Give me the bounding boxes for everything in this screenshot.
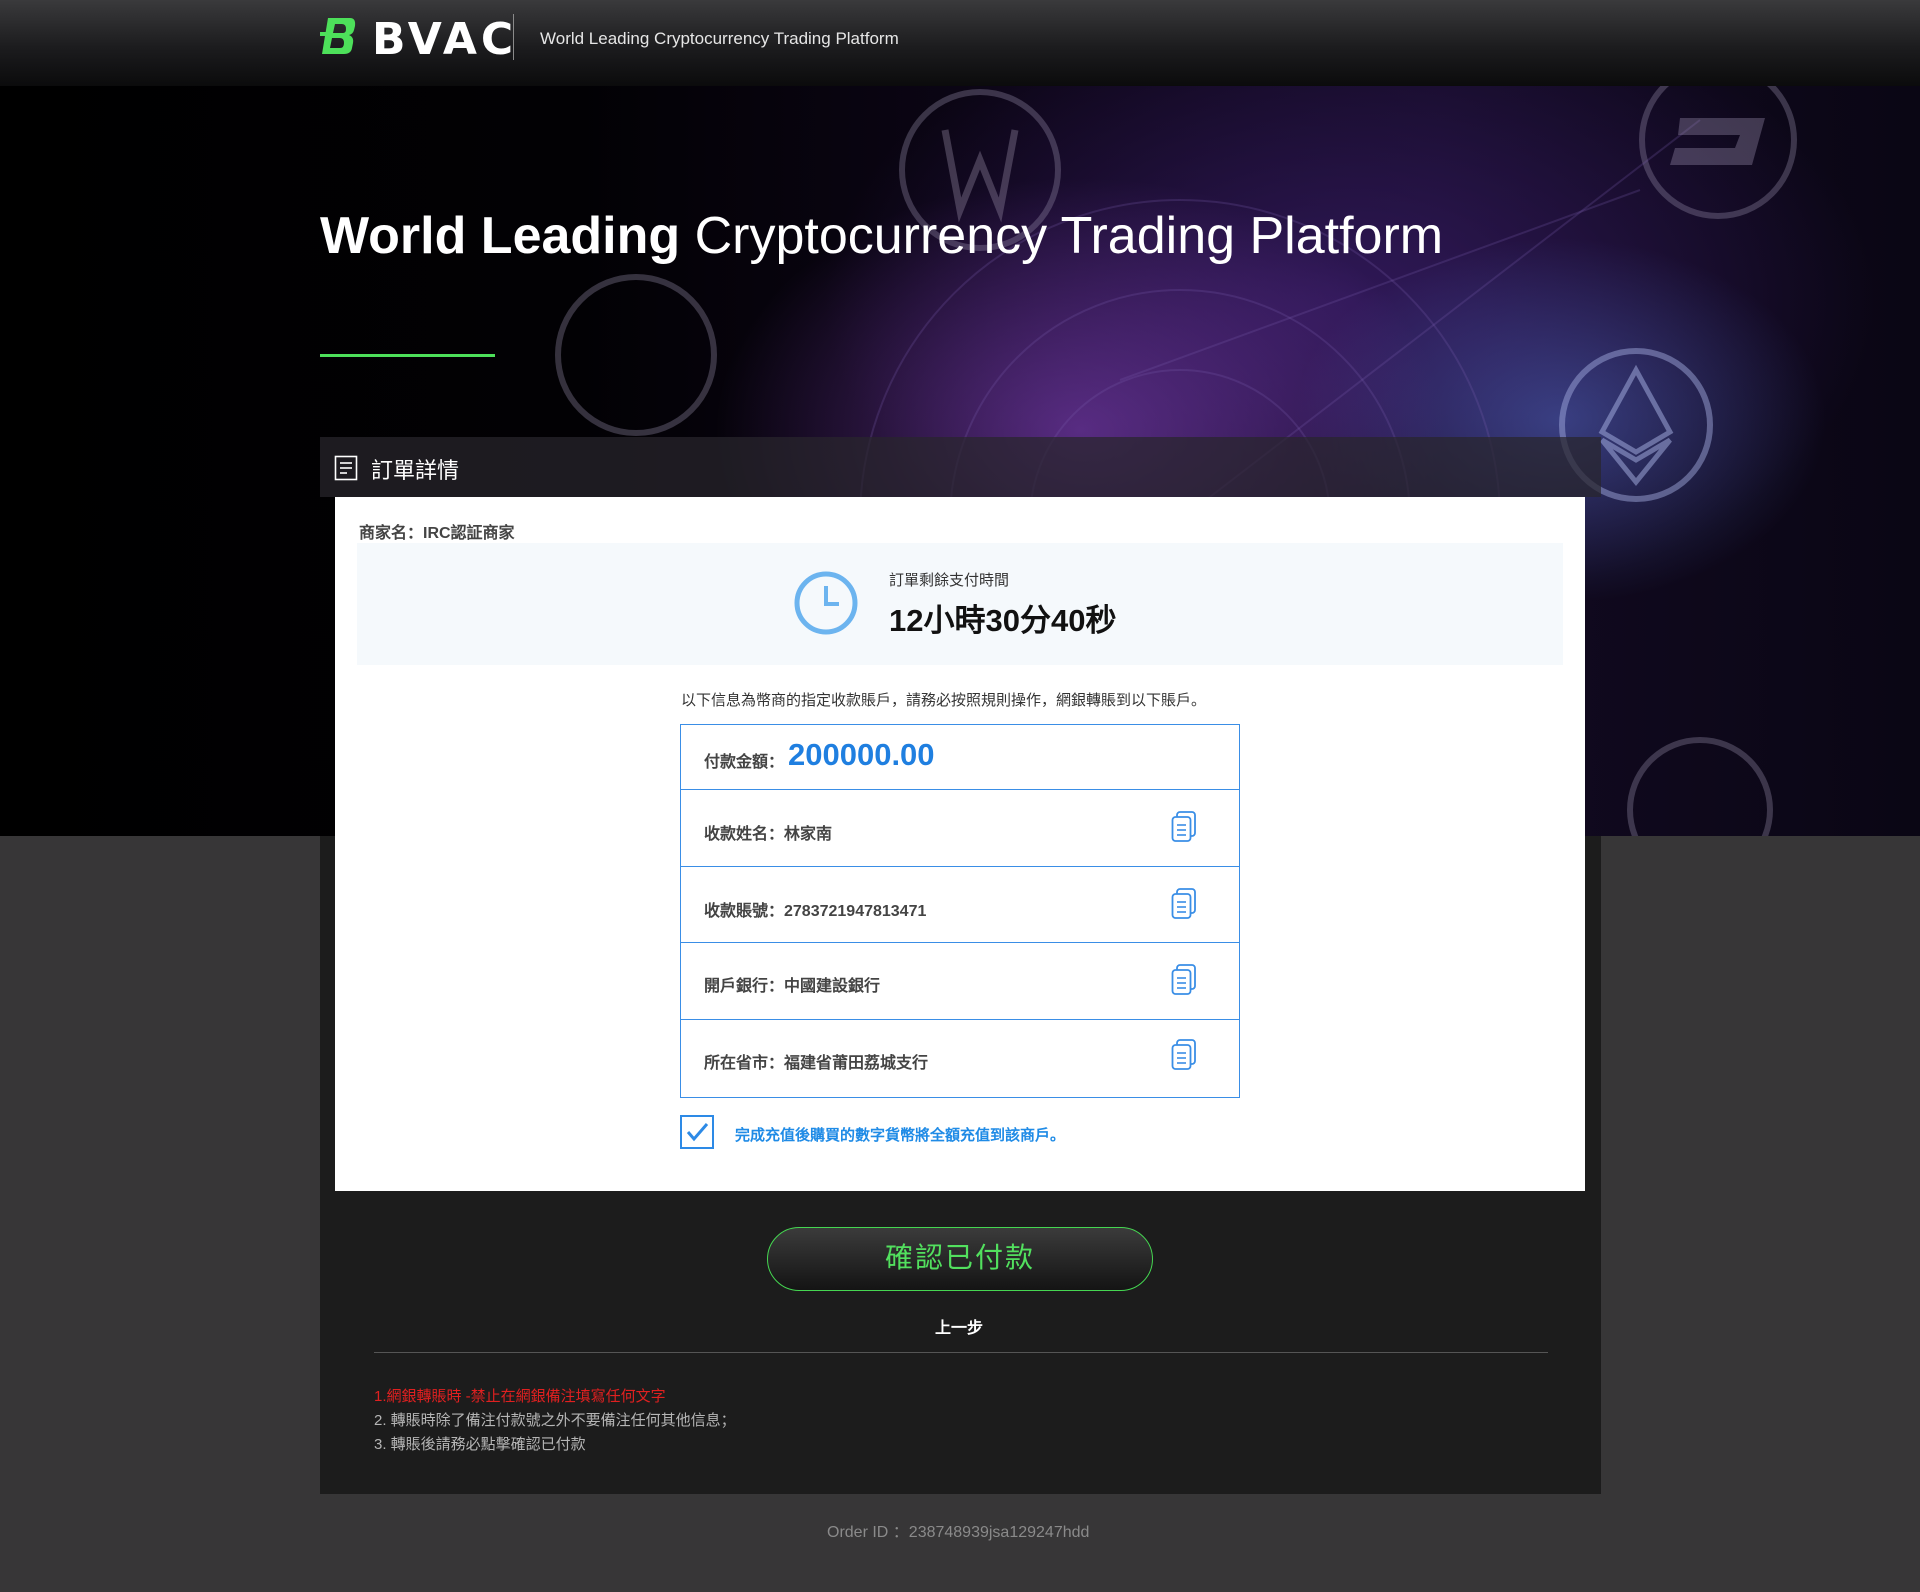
back-link[interactable]: 上一步 bbox=[935, 1314, 983, 1338]
payee-name: 收款姓名：林家南 bbox=[704, 826, 833, 843]
account-number: 收款賬號：2783721947813471 bbox=[704, 903, 927, 920]
order-id: Order ID ：238748939jsa129247hdd bbox=[827, 1524, 1090, 1541]
account-number-row: 收款賬號：2783721947813471 bbox=[681, 867, 1239, 943]
payment-tips: 1.網銀轉賬時 -禁止在網銀備注填寫任何文字 2. 轉賬時除了備注付款號之外不要… bbox=[374, 1385, 736, 1457]
hero-title: World Leading Cryptocurrency Trading Pla… bbox=[320, 206, 1443, 266]
checkmark-icon bbox=[686, 1123, 709, 1142]
tip-item: 3. 轉賬後請務必點擊確認已付款 bbox=[374, 1436, 586, 1453]
tips-divider bbox=[374, 1352, 1548, 1353]
checkbox-label: 完成充值後購買的數字貨幣將全額充值到該商戶。 bbox=[735, 1127, 1066, 1144]
copy-icon[interactable] bbox=[1171, 964, 1197, 996]
header-divider bbox=[513, 14, 514, 60]
order-card: 商家名：IRC認証商家 訂單剩餘支付時間 12小時30分40秒 以下信息為幣商的… bbox=[335, 497, 1585, 1191]
bank-name: 開戶銀行：中國建設銀行 bbox=[704, 978, 881, 995]
payment-timer: 訂單剩餘支付時間 12小時30分40秒 bbox=[357, 543, 1563, 665]
payment-info-table: 付款金額： 200000.00 收款姓名：林家南 收款賬號：2783721947… bbox=[680, 724, 1240, 1098]
account-notice: 以下信息為幣商的指定收款賬戶，請務必按照規則操作，網銀轉賬到以下賬戶。 bbox=[681, 692, 1207, 709]
order-details-title: 訂單詳情 bbox=[371, 458, 460, 483]
ripple-coin-icon bbox=[1627, 737, 1773, 836]
confirm-checkbox[interactable] bbox=[680, 1115, 714, 1149]
header-tagline: World Leading Cryptocurrency Trading Pla… bbox=[540, 29, 899, 48]
tip-item: 1.網銀轉賬時 -禁止在網銀備注填寫任何文字 bbox=[374, 1388, 666, 1405]
location-row: 所在省市：福建省莆田荔城支行 bbox=[681, 1020, 1239, 1097]
confirm-payment-button[interactable]: 確認已付款 bbox=[767, 1227, 1153, 1291]
copy-icon[interactable] bbox=[1171, 811, 1197, 843]
dash-coin-icon bbox=[1639, 61, 1797, 219]
bvac-logo-icon bbox=[320, 18, 356, 54]
hero-title-bold: World Leading bbox=[320, 207, 681, 265]
merchant-name: 商家名：IRC認証商家 bbox=[359, 525, 515, 542]
logo-text[interactable]: BVAC bbox=[372, 14, 517, 65]
hero-title-light: Cryptocurrency Trading Platform bbox=[694, 207, 1444, 265]
document-icon bbox=[334, 455, 358, 481]
timer-label: 訂單剩餘支付時間 bbox=[889, 572, 1010, 589]
copy-icon[interactable] bbox=[1171, 1039, 1197, 1071]
nem-coin-icon bbox=[555, 274, 717, 436]
bank-row: 開戶銀行：中國建設銀行 bbox=[681, 943, 1239, 1020]
amount-label: 付款金額： bbox=[704, 754, 785, 771]
amount-value: 200000.00 bbox=[788, 737, 935, 772]
payee-name-row: 收款姓名：林家南 bbox=[681, 790, 1239, 867]
tip-item: 2. 轉賬時除了備注付款號之外不要備注任何其他信息； bbox=[374, 1412, 736, 1429]
order-panel-header bbox=[320, 437, 1601, 497]
branch-location: 所在省市：福建省莆田荔城支行 bbox=[704, 1055, 929, 1072]
hero-accent-line bbox=[320, 354, 495, 357]
copy-icon[interactable] bbox=[1171, 888, 1197, 920]
clock-icon bbox=[794, 571, 858, 635]
top-header: BVAC World Leading Cryptocurrency Tradin… bbox=[0, 0, 1920, 86]
timer-value: 12小時30分40秒 bbox=[889, 603, 1117, 638]
amount-row: 付款金額： 200000.00 bbox=[681, 725, 1239, 790]
